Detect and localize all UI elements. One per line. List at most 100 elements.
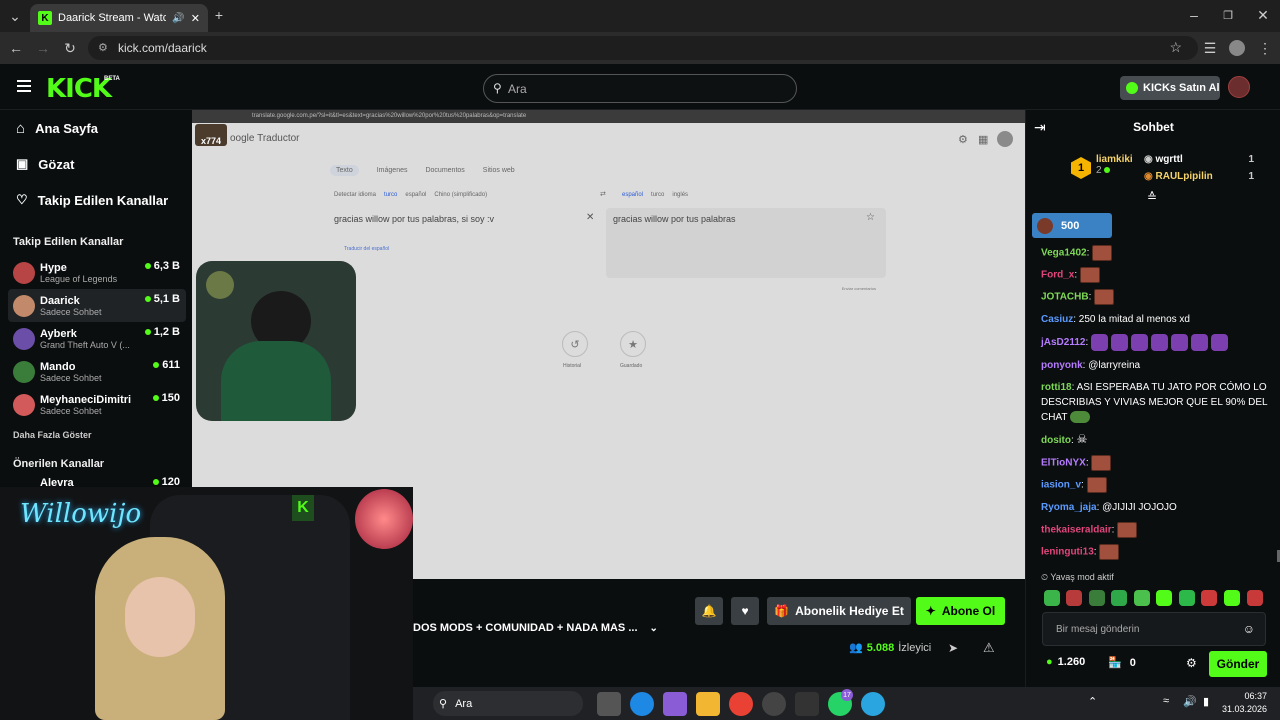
quick-emote-icon[interactable] xyxy=(1247,590,1263,606)
profile-avatar[interactable] xyxy=(1229,40,1245,56)
menu-dots-icon[interactable]: ⋮ xyxy=(1254,37,1276,59)
minimize-icon[interactable]: – xyxy=(1183,4,1205,26)
reload-icon[interactable]: ↻ xyxy=(59,37,81,59)
quick-emote-icon[interactable] xyxy=(1111,590,1127,606)
bookmark-star-icon[interactable]: ☆ xyxy=(1169,39,1182,56)
quick-emote-icon[interactable] xyxy=(1044,590,1060,606)
chat-username[interactable]: thekaiseraldair xyxy=(1041,525,1112,536)
kick-logo[interactable]: KICK xyxy=(46,74,112,104)
stream-title[interactable]: DOS MODS + COMUNIDAD + NADA MAS ... ⌄ xyxy=(413,622,658,634)
quick-emote-icon[interactable] xyxy=(1224,590,1240,606)
site-info-icon[interactable]: ⚙ xyxy=(98,41,108,54)
gift-sub-button[interactable]: 🎁 Abonelik Hediye Et xyxy=(767,597,911,625)
telegram-icon[interactable] xyxy=(861,692,885,716)
sidebar-channel-hype[interactable]: Hype League of Legends 6,3 B xyxy=(8,256,186,289)
media-control-icon[interactable]: ☰ xyxy=(1199,37,1221,59)
quick-emote-icon[interactable] xyxy=(1134,590,1150,606)
report-warning-icon[interactable]: ⚠ xyxy=(983,640,995,656)
chat-username[interactable]: Ryoma_jaja xyxy=(1041,502,1097,513)
sidebar-channel-ayberk[interactable]: Ayberk Grand Theft Auto V (... 1,2 B xyxy=(8,322,186,355)
emote-icon xyxy=(1111,334,1129,351)
clock[interactable]: 06:37 31.03.2026 xyxy=(1221,690,1267,716)
points-display[interactable]: ● 1.260 xyxy=(1046,656,1085,668)
expand-leaderboard-icon[interactable]: ≙ xyxy=(1147,190,1157,204)
tab-close-icon[interactable]: ✕ xyxy=(191,12,200,25)
tab-list-icon[interactable]: ⌄ xyxy=(4,5,26,27)
chat-username[interactable]: iasion_v xyxy=(1041,480,1081,491)
stream-info: DOS MODS + COMUNIDAD + NADA MAS ... ⌄ 🔔 … xyxy=(413,579,1025,687)
quick-emote-icon[interactable] xyxy=(1156,590,1172,606)
obs-icon[interactable] xyxy=(762,692,786,716)
battery-icon[interactable]: ▮ xyxy=(1203,695,1209,708)
quick-emote-icon[interactable] xyxy=(1201,590,1217,606)
chat-username[interactable]: rotti18 xyxy=(1041,382,1072,393)
forward-icon[interactable]: → xyxy=(32,37,54,59)
tgt-lang: español xyxy=(622,192,644,198)
chrome-icon[interactable] xyxy=(729,692,753,716)
chat-username[interactable]: ElTioNYX xyxy=(1041,458,1086,469)
browser-tab[interactable]: K Daarick Stream - Watch Liv 🔊 ✕ xyxy=(30,4,208,32)
chat-settings-icon[interactable]: ⚙ xyxy=(1186,656,1197,670)
window-close-icon[interactable]: ✕ xyxy=(1252,4,1274,26)
quick-emote-icon[interactable] xyxy=(1066,590,1082,606)
store-display[interactable]: 🏪 0 xyxy=(1108,656,1136,670)
chat-username[interactable]: leninguti13 xyxy=(1041,547,1094,558)
chevron-down-icon[interactable]: ⌄ xyxy=(650,623,658,634)
src-lang: Chino (simplificado) xyxy=(434,192,488,198)
sidebar-channel-mando[interactable]: Mando Sadece Sohbet 611 xyxy=(8,355,186,388)
file-explorer-icon[interactable] xyxy=(696,692,720,716)
pepe-emote-icon xyxy=(1070,411,1091,424)
show-more-link[interactable]: Daha Fazla Göster xyxy=(13,430,92,440)
neon-sign: Willowijo xyxy=(20,499,141,529)
address-bar[interactable]: ⚙ kick.com/daarick ☆ xyxy=(88,36,1198,60)
buy-kicks-button[interactable]: KICKs Satın Al xyxy=(1120,76,1220,100)
search-icon: ⚲ xyxy=(439,698,448,710)
chat-username[interactable]: Casiuz xyxy=(1041,314,1073,325)
nav-browse[interactable]: ▣ Gözat xyxy=(16,156,74,172)
user-avatar[interactable] xyxy=(1228,76,1250,98)
chat-message: thekaiseraldair: xyxy=(1041,522,1276,538)
new-tab-icon[interactable]: + xyxy=(208,4,230,26)
sidebar-channel-meyhanecidimitri[interactable]: MeyhaneciDimitri Sadece Sohbet 150 xyxy=(8,388,186,421)
chat-username[interactable]: dosito xyxy=(1041,435,1071,446)
volume-icon[interactable]: 🔊 xyxy=(1183,695,1197,708)
quick-emote-icon[interactable] xyxy=(1089,590,1105,606)
terminal-icon[interactable] xyxy=(795,692,819,716)
search-input[interactable]: ⚲ Ara xyxy=(483,74,797,103)
translate-modes: Texto Imágenes Documentos Sitios web xyxy=(330,165,515,176)
hamburger-menu-icon[interactable] xyxy=(17,80,31,92)
tray-chevron-icon[interactable]: ⌃ xyxy=(1088,695,1097,708)
nav-home[interactable]: ⌂ Ana Sayfa xyxy=(16,120,98,137)
maximize-icon[interactable]: ❐ xyxy=(1217,4,1239,26)
wifi-icon[interactable]: ≈ xyxy=(1163,695,1169,707)
target-text: gracias willow por tus palabras xyxy=(613,214,736,224)
chat-input[interactable]: Bir mesaj gönderin ☺ xyxy=(1042,612,1266,646)
nav-following[interactable]: ♡ Takip Edilen Kanallar xyxy=(16,192,168,208)
kicks-goal-bar[interactable]: 500 xyxy=(1032,213,1112,238)
subscribe-button[interactable]: ✦ Abone Ol xyxy=(916,597,1005,625)
follow-heart-button[interactable]: ♥ xyxy=(731,597,759,625)
chat-message: iasion_v: xyxy=(1041,477,1276,493)
chat-username[interactable]: ponyonk xyxy=(1041,360,1083,371)
back-icon[interactable]: ← xyxy=(5,37,27,59)
send-message-button[interactable]: Gönder xyxy=(1209,651,1267,677)
sidebar-channel-daarick[interactable]: Daarick Sadece Sohbet 5,1 B xyxy=(8,289,186,322)
source-languages: Detectar idioma turco español Chino (sim… xyxy=(334,192,487,198)
copilot-icon[interactable] xyxy=(663,692,687,716)
quick-emote-icon[interactable] xyxy=(1179,590,1195,606)
emoji-picker-icon[interactable]: ☺ xyxy=(1243,622,1255,636)
gift-icon: 🎁 xyxy=(774,604,790,618)
chat-username[interactable]: jAsD2112 xyxy=(1041,337,1085,348)
edge-icon[interactable] xyxy=(630,692,654,716)
share-icon[interactable]: ➤ xyxy=(948,641,958,655)
channel-name: Daarick xyxy=(40,294,80,307)
speaker-icon[interactable]: 🔊 xyxy=(172,13,184,24)
chat-username[interactable]: Ford_x xyxy=(1041,270,1074,281)
url-text: kick.com/daarick xyxy=(118,41,207,55)
notification-bell-button[interactable]: 🔔 xyxy=(695,597,723,625)
task-view-icon[interactable] xyxy=(597,692,621,716)
taskbar-search[interactable]: ⚲ Ara xyxy=(433,691,583,716)
chat-username[interactable]: JOTACHB xyxy=(1041,292,1089,303)
chat-username[interactable]: Vega1402 xyxy=(1041,248,1087,259)
slow-mode-icon: ⏲ xyxy=(1041,572,1049,582)
